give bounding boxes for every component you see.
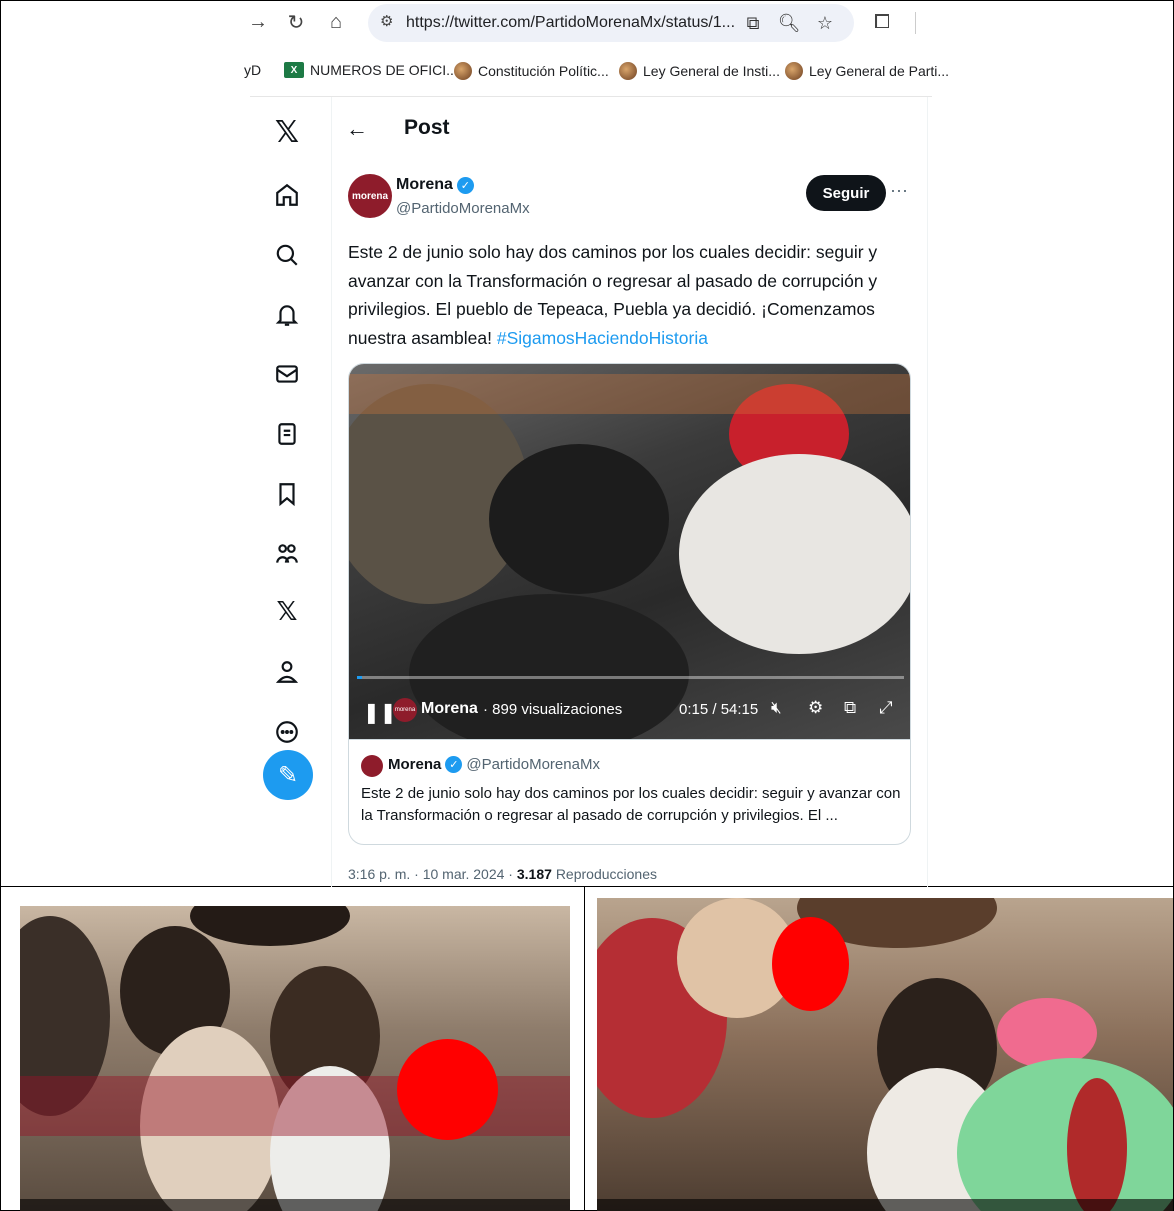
seal-icon [785,62,803,80]
quote-avatar [361,755,383,777]
bookmarks-icon[interactable] [265,472,309,516]
photo-right [597,898,1173,1211]
quote-text: Este 2 de junio solo hay dos caminos por… [361,785,901,824]
post-text: Este 2 de junio solo hay dos caminos por… [348,242,878,348]
author-name[interactable]: Morena ✓ [396,176,474,194]
settings-icon[interactable]: ⚙ [808,698,823,718]
pip-icon[interactable]: ⧉ [844,698,856,718]
lists-icon[interactable] [265,412,309,456]
video-views: · 899 visualizaciones [483,701,623,718]
compose-post-button[interactable]: ✎ [263,750,313,800]
divider-horizontal [0,886,1174,887]
notifications-icon[interactable] [265,293,309,337]
verified-badge-icon: ✓ [445,756,463,773]
reload-icon[interactable]: ↻ [282,8,310,36]
quote-author: Morena ✓ @PartidoMorenaMx [388,756,600,773]
bookmarks-divider [250,96,932,97]
twitter-sidebar: 𝕏 𝕏 ✎ [255,100,319,840]
censor-dot-right [772,917,849,1011]
column-border-left [331,97,332,887]
communities-icon[interactable] [265,532,309,576]
zoom-icon[interactable]: 🔍︎ [776,10,802,36]
verified-badge-icon: ✓ [456,176,474,194]
star-icon[interactable]: ☆ [812,10,838,36]
messages-icon[interactable] [265,352,309,396]
divider-vertical [584,886,585,1211]
video-player[interactable]: ❚❚ morena Morena · 899 visualizaciones 0… [349,364,910,739]
bookmark-yd[interactable]: yD [244,62,261,78]
profile-icon[interactable] [265,650,309,694]
video-controls: ❚❚ morena Morena · 899 visualizaciones 0… [349,690,910,734]
bookmark-numeros[interactable]: X NUMEROS DE OFICI... [284,62,458,78]
more-options-icon[interactable] [265,710,309,754]
bookmark-ley-partidos[interactable]: Ley General de Parti... [785,62,949,80]
toolbar-separator [915,12,916,34]
author-avatar[interactable]: morena [348,174,392,218]
censor-dot-left [397,1039,498,1140]
page-title: Post [404,116,450,139]
hashtag-link[interactable]: #SigamosHaciendoHistoria [497,328,708,348]
column-border-right [927,97,928,887]
address-bar[interactable]: ⚙ https://twitter.com/PartidoMorenaMx/st… [368,4,854,42]
extensions-icon[interactable]: ⧠ [868,8,896,36]
video-time: 0:15 / 54:15 [679,701,759,718]
bookmark-ley-instituciones[interactable]: Ley General de Insti... [619,62,780,80]
post-header: ← Post [332,108,927,148]
search-nav-icon[interactable] [265,233,309,277]
fullscreen-icon[interactable]: ⤢ [879,698,893,718]
install-app-icon[interactable]: ⧉ [740,10,766,36]
seal-icon [454,62,472,80]
channel-avatar: morena [393,698,417,722]
follow-button[interactable]: Seguir [806,175,886,211]
mute-icon[interactable]: 🔇︎ [771,698,782,718]
feather-icon: ✎ [277,761,299,789]
photo-video-bar [20,1199,570,1211]
author-handle[interactable]: @PartidoMorenaMx [396,200,530,217]
video-progress[interactable] [357,676,904,679]
back-arrow-icon[interactable]: ← [346,116,368,142]
home-icon[interactable]: ⌂ [322,8,350,36]
photo-video-bar [597,1199,1173,1211]
forward-icon[interactable]: → [244,8,272,36]
bookmark-constitucion[interactable]: Constitución Polític... [454,62,609,80]
x-logo-icon[interactable]: 𝕏 [265,110,309,154]
site-settings-icon[interactable]: ⚙ [380,12,393,30]
excel-icon: X [284,62,304,78]
premium-x-icon[interactable]: 𝕏 [265,590,309,634]
more-icon[interactable]: ··· [890,180,908,201]
url-text: https://twitter.com/PartidoMorenaMx/stat… [406,14,736,31]
bookmarks-bar: yD X NUMEROS DE OFICI... Constitución Pol… [244,56,949,84]
pause-icon[interactable]: ❚❚ [363,700,397,725]
post-meta: 3:16 p. m. · 10 mar. 2024 · 3.187 Reprod… [348,866,657,882]
video-channel: Morena [421,700,478,717]
home-nav-icon[interactable] [265,173,309,217]
seal-icon [619,62,637,80]
